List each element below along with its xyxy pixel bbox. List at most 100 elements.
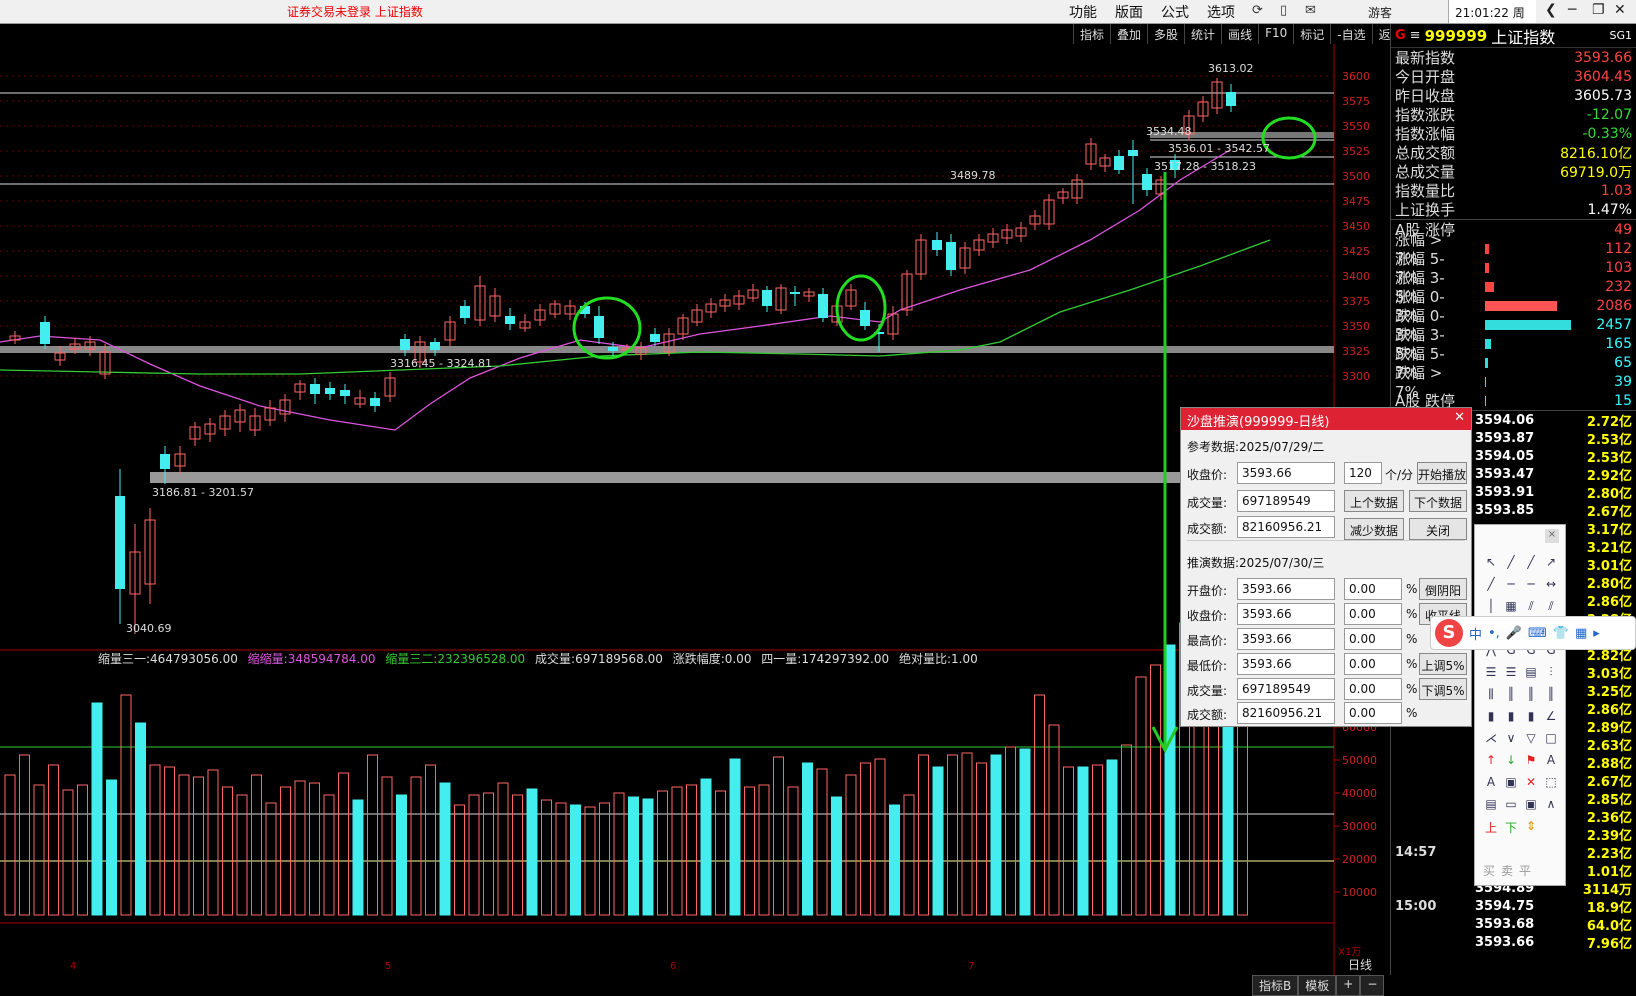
tick-price: 3594.75 [1475, 898, 1535, 914]
phone-icon[interactable]: ▯ [1280, 3, 1287, 18]
box-icon[interactable]: ▣ [1501, 775, 1521, 797]
ratio2-icon[interactable]: ☰ [1501, 665, 1521, 687]
cycle-icon[interactable]: ⫼ [1481, 687, 1501, 709]
volume-bar-up [1150, 664, 1161, 916]
period-label[interactable]: 日线 [1348, 958, 1372, 972]
cycle3-icon[interactable]: ║ [1521, 687, 1541, 709]
candle-body-down [460, 306, 470, 318]
fan2-icon[interactable]: ⫶ [1541, 665, 1561, 687]
buy-mark-icon[interactable]: 上 [1481, 819, 1501, 841]
select-icon[interactable]: ⬚ [1541, 775, 1561, 797]
back-icon[interactable]: ❮ [1545, 2, 1557, 18]
peak-icon[interactable]: ∧ [1541, 797, 1561, 819]
high-input[interactable]: 3593.66 [1237, 628, 1335, 650]
refresh-icon[interactable]: ⟳ [1252, 3, 1263, 18]
close2-pct[interactable]: 0.00 [1344, 603, 1402, 625]
ime-logo-icon[interactable]: S [1435, 619, 1463, 647]
hline-icon[interactable]: ─ [1501, 577, 1521, 599]
speed-icon[interactable]: ⋌ [1481, 731, 1501, 753]
yinyang-button[interactable]: 倒阴阳 [1419, 578, 1467, 600]
cursor-icon[interactable]: ↖ [1481, 555, 1501, 577]
close-icon[interactable]: ✕ [1614, 2, 1626, 18]
vol2-input[interactable]: 697189549 [1237, 678, 1335, 700]
mail-icon[interactable]: ✉ [1305, 3, 1316, 18]
close2-input[interactable]: 3593.66 [1237, 603, 1335, 625]
sell-mark-icon[interactable]: 下 [1501, 819, 1521, 841]
doc-icon[interactable]: ▤ [1481, 797, 1501, 819]
hray-icon[interactable]: ─ [1521, 577, 1541, 599]
volume-bar-down [526, 788, 538, 916]
minimize-icon[interactable]: ─ [1568, 2, 1576, 18]
palette-close-icon[interactable]: × [1545, 529, 1559, 543]
hseg-icon[interactable]: ↔ [1541, 577, 1561, 599]
tab-indicator-b[interactable]: 指标B [1252, 975, 1299, 996]
down-chevron-icon[interactable]: ∨ [1501, 731, 1521, 753]
bar1-icon[interactable]: ▮ [1481, 709, 1501, 731]
amt2-pct[interactable]: 0.00 [1344, 702, 1402, 724]
ime-voice[interactable]: 🎤 [1506, 626, 1522, 641]
play-button[interactable]: 开始播放 [1417, 462, 1467, 484]
down5-button[interactable]: 下调5% [1419, 678, 1467, 700]
ime-keyboard[interactable]: ⌨ [1528, 626, 1547, 641]
ref-close-input[interactable]: 3593.66 [1237, 462, 1335, 484]
cycle2-icon[interactable]: ║ [1501, 687, 1521, 709]
delete-icon[interactable]: ✕ [1521, 775, 1541, 797]
menu-function[interactable]: 功能 [1060, 2, 1106, 22]
zoom-out-button[interactable]: − [1360, 975, 1385, 996]
amt2-input[interactable]: 82160956.21 [1237, 702, 1335, 724]
label-icon[interactable]: A [1481, 775, 1501, 797]
zoom-in-button[interactable]: + [1336, 975, 1361, 996]
cycle4-icon[interactable]: ║ [1541, 687, 1561, 709]
ref-amount-input[interactable]: 82160956.21 [1237, 516, 1335, 538]
restore-icon[interactable]: ❐ [1592, 2, 1605, 18]
image-icon[interactable]: ▣ [1521, 797, 1541, 819]
segment-icon[interactable]: ╱ [1481, 577, 1501, 599]
text-icon[interactable]: A [1541, 753, 1561, 775]
ime-punct[interactable]: •, [1488, 626, 1500, 641]
high-pct[interactable]: 0.00 [1344, 628, 1402, 650]
flat-mark-icon[interactable]: ⇕ [1521, 819, 1541, 841]
tab-template[interactable]: 模板 [1298, 975, 1337, 996]
less-data-button[interactable]: 减少数据 [1344, 518, 1404, 540]
up5-button[interactable]: 上调5% [1419, 653, 1467, 675]
prev-data-button[interactable]: 上个数据 [1344, 490, 1404, 512]
login-status[interactable]: 证券交易未登录 上证指数 [287, 3, 423, 20]
open-pct[interactable]: 0.00 [1344, 578, 1402, 600]
arrow-line-icon[interactable]: ↗ [1541, 555, 1561, 577]
menu-icon[interactable]: ≡ [1410, 28, 1421, 43]
open-input[interactable]: 3593.66 [1237, 578, 1335, 600]
dialog-close-icon[interactable]: ✕ [1454, 410, 1465, 425]
low-input[interactable]: 3593.66 [1237, 653, 1335, 675]
up-arrow-icon[interactable]: ↑ [1481, 753, 1501, 775]
ref-volume-input[interactable]: 697189549 [1237, 490, 1335, 512]
angle-icon[interactable]: ∠ [1541, 709, 1561, 731]
triangle-icon[interactable]: ▽ [1521, 731, 1541, 753]
ime-lang[interactable]: 中 [1469, 624, 1482, 643]
ray-icon[interactable]: ╱ [1521, 555, 1541, 577]
breadth-bar [1485, 281, 1494, 292]
menu-options[interactable]: 选项 [1198, 2, 1244, 22]
quote-value: -12.07 [1586, 106, 1632, 123]
quote-value: 3604.45 [1574, 68, 1632, 85]
vol2-pct[interactable]: 0.00 [1344, 678, 1402, 700]
menu-layout[interactable]: 版面 [1106, 2, 1152, 22]
down-arrow-icon[interactable]: ↓ [1501, 753, 1521, 775]
user-guest[interactable]: 游客 [1368, 4, 1392, 21]
bar3-icon[interactable]: ▮ [1521, 709, 1541, 731]
ratio-icon[interactable]: ☰ [1481, 665, 1501, 687]
menu-formula[interactable]: 公式 [1152, 2, 1198, 22]
fan-icon[interactable]: ▤ [1521, 665, 1541, 687]
tick-volume: 2.86亿 [1586, 594, 1632, 610]
low-pct[interactable]: 0.00 [1344, 653, 1402, 675]
speed-input[interactable]: 120 [1344, 462, 1382, 484]
rect-icon[interactable]: □ [1541, 731, 1561, 753]
flag-icon[interactable]: ⚑ [1521, 753, 1541, 775]
ime-more-icon[interactable]: ▸ [1593, 626, 1600, 641]
next-data-button[interactable]: 下个数据 [1409, 490, 1467, 512]
bar2-icon[interactable]: ▮ [1501, 709, 1521, 731]
ime-apps-icon[interactable]: ▦ [1575, 626, 1587, 641]
line-icon[interactable]: ╱ [1501, 555, 1521, 577]
close-button[interactable]: 关闭 [1409, 518, 1467, 540]
card-icon[interactable]: ▭ [1501, 797, 1521, 819]
ime-skin-icon[interactable]: 👕 [1553, 626, 1569, 641]
